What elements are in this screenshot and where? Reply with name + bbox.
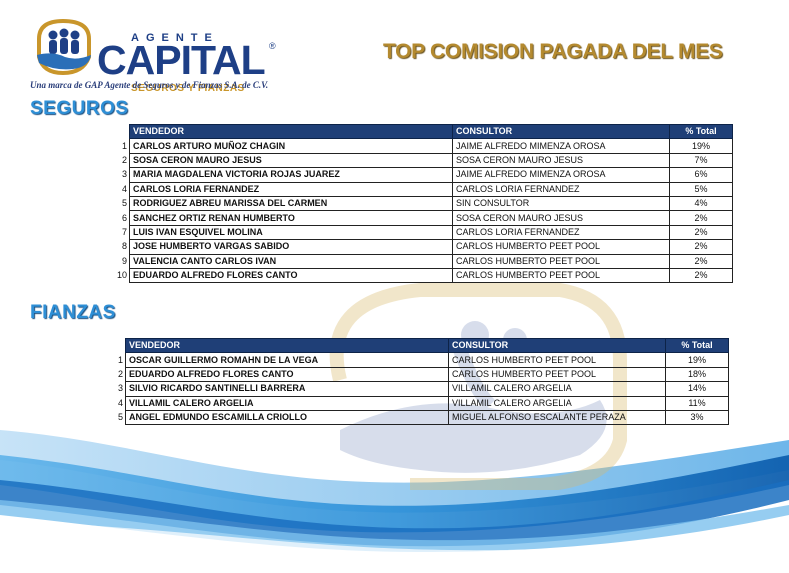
pct-cell: 19% <box>665 352 729 368</box>
rank-cell: 2 <box>117 368 123 379</box>
table-row: 2 SOSA CERON MAURO JESUS SOSA CERON MAURO … <box>114 152 734 169</box>
pct-header: % Total <box>665 337 729 354</box>
rank-cell: 5 <box>117 412 123 423</box>
rank-header <box>114 125 130 139</box>
pct-cell: 11% <box>665 395 729 411</box>
seguros-heading: SEGUROS <box>30 98 129 119</box>
fianzas-rows: 1 OSCAR GUILLERMO ROMAHN DE LA VEGA CARLOS… <box>114 352 729 426</box>
table-row: 5 ANGEL EDMUNDO ESCAMILLA CRIOLLO MIGUEL A… <box>114 409 729 426</box>
consultor-cell: CARLOS HUMBERTO PEET POOL <box>448 366 666 383</box>
table-row: 3 SILVIO RICARDO SANTINELLI BARRERA VILLAM… <box>114 381 729 397</box>
brand-tagline: Una marca de GAP Agente de Seguros y de … <box>30 80 269 90</box>
vendedor-cell: LUIS IVAN ESQUIVEL MOLINA <box>129 224 454 241</box>
consultor-cell: SOSA CERON MAURO JESUS <box>452 152 671 169</box>
consultor-cell: CARLOS LORIA FERNANDEZ <box>452 181 671 197</box>
rank-cell: 7 <box>122 226 128 237</box>
vendedor-cell: EDUARDO ALFREDO FLORES CANTO <box>129 267 454 284</box>
consultor-cell: CARLOS HUMBERTO PEET POOL <box>448 352 666 368</box>
consultor-header: CONSULTOR <box>452 123 671 140</box>
pct-cell: 18% <box>665 366 729 383</box>
pct-cell: 4% <box>669 195 734 212</box>
pct-cell: 14% <box>665 381 729 397</box>
rank-cell: 9 <box>122 255 128 266</box>
vendedor-cell: VILLAMIL CALERO ARGELIA <box>125 395 449 411</box>
family-hand-logo-icon <box>37 18 91 76</box>
pct-header: % Total <box>669 123 734 140</box>
vendedor-cell: MARIA MAGDALENA VICTORIA ROJAS JUAREZ <box>129 167 454 183</box>
brand-capital: CAPITAL <box>97 37 266 83</box>
vendedor-cell: OSCAR GUILLERMO ROMAHN DE LA VEGA <box>125 352 449 368</box>
seguros-table: VENDEDOR CONSULTOR % Total 1 CARLOS ARTUR… <box>114 123 734 284</box>
table-row: 4 VILLAMIL CALERO ARGELIA VILLAMIL CALERO … <box>114 395 729 411</box>
rank-header <box>114 339 126 353</box>
pct-cell: 19% <box>669 138 734 154</box>
vendedor-cell: SANCHEZ ORTIZ RENAN HUMBERTO <box>129 210 454 226</box>
vendedor-header: VENDEDOR <box>125 337 449 354</box>
brand-registered: ® <box>269 41 276 51</box>
rank-cell: 10 <box>117 270 128 281</box>
table-row: 2 EDUARDO ALFREDO FLORES CANTO CARLOS HUMB… <box>114 366 729 383</box>
consultor-cell: JAIME ALFREDO MIMENZA OROSA <box>452 167 671 183</box>
consultor-cell: CARLOS HUMBERTO PEET POOL <box>452 239 671 255</box>
consultor-cell: VILLAMIL CALERO ARGELIA <box>448 395 666 411</box>
consultor-cell: JAIME ALFREDO MIMENZA OROSA <box>452 138 671 154</box>
table-header-row: VENDEDOR CONSULTOR % Total <box>114 337 729 354</box>
table-row: 9 VALENCIA CANTO CARLOS IVAN CARLOS HUMBER… <box>114 253 734 269</box>
table-row: 5 RODRIGUEZ ABREU MARISSA DEL CARMEN SIN C… <box>114 195 734 212</box>
vendedor-cell: CARLOS LORIA FERNANDEZ <box>129 181 454 197</box>
consultor-cell: MIGUEL ALFONSO ESCALANTE PERAZA <box>448 409 666 426</box>
pct-cell: 2% <box>669 253 734 269</box>
pct-cell: 6% <box>669 167 734 183</box>
pct-cell: 2% <box>669 239 734 255</box>
vendedor-cell: VALENCIA CANTO CARLOS IVAN <box>129 253 454 269</box>
rank-cell: 3 <box>117 383 123 394</box>
vendedor-cell: RODRIGUEZ ABREU MARISSA DEL CARMEN <box>129 195 454 212</box>
rank-cell: 4 <box>117 397 123 408</box>
rank-cell: 1 <box>117 354 123 365</box>
seguros-rows: 1 CARLOS ARTURO MUÑOZ CHAGIN JAIME ALFREDO… <box>114 138 734 284</box>
vendedor-header: VENDEDOR <box>129 123 454 140</box>
vendedor-cell: SOSA CERON MAURO JESUS <box>129 152 454 169</box>
vendedor-cell: JOSE HUMBERTO VARGAS SABIDO <box>129 239 454 255</box>
rank-cell: 5 <box>122 198 128 209</box>
table-row: 4 CARLOS LORIA FERNANDEZ CARLOS LORIA FERN… <box>114 181 734 197</box>
pct-cell: 5% <box>669 181 734 197</box>
table-row: 8 JOSE HUMBERTO VARGAS SABIDO CARLOS HUMBE… <box>114 239 734 255</box>
pct-cell: 3% <box>665 409 729 426</box>
fianzas-table: VENDEDOR CONSULTOR % Total 1 OSCAR GUILLE… <box>114 337 729 426</box>
table-row: 3 MARIA MAGDALENA VICTORIA ROJAS JUAREZ JA… <box>114 167 734 183</box>
rank-cell: 1 <box>122 140 128 151</box>
table-row: 6 SANCHEZ ORTIZ RENAN HUMBERTO SOSA CERON … <box>114 210 734 226</box>
rank-cell: 8 <box>122 241 128 252</box>
table-row: 10 EDUARDO ALFREDO FLORES CANTO CARLOS HUM… <box>114 267 734 284</box>
pct-cell: 7% <box>669 152 734 169</box>
fianzas-heading: FIANZAS <box>30 302 116 323</box>
vendedor-cell: EDUARDO ALFREDO FLORES CANTO <box>125 366 449 383</box>
table-row: 7 LUIS IVAN ESQUIVEL MOLINA CARLOS LORIA F… <box>114 224 734 241</box>
pct-cell: 2% <box>669 224 734 241</box>
vendedor-cell: ANGEL EDMUNDO ESCAMILLA CRIOLLO <box>125 409 449 426</box>
consultor-cell: VILLAMIL CALERO ARGELIA <box>448 381 666 397</box>
consultor-cell: CARLOS HUMBERTO PEET POOL <box>452 267 671 284</box>
page-title: TOP COMISION PAGADA DEL MES <box>383 40 723 63</box>
vendedor-cell: SILVIO RICARDO SANTINELLI BARRERA <box>125 381 449 397</box>
pct-cell: 2% <box>669 210 734 226</box>
consultor-cell: SOSA CERON MAURO JESUS <box>452 210 671 226</box>
rank-cell: 6 <box>122 212 128 223</box>
consultor-cell: CARLOS LORIA FERNANDEZ <box>452 224 671 241</box>
vendedor-cell: CARLOS ARTURO MUÑOZ CHAGIN <box>129 138 454 154</box>
rank-cell: 3 <box>122 169 128 180</box>
table-row: 1 CARLOS ARTURO MUÑOZ CHAGIN JAIME ALFREDO… <box>114 138 734 154</box>
consultor-header: CONSULTOR <box>448 337 666 354</box>
consultor-cell: SIN CONSULTOR <box>452 195 671 212</box>
table-row: 1 OSCAR GUILLERMO ROMAHN DE LA VEGA CARLOS… <box>114 352 729 368</box>
slide: AGENTE CAPITAL ® SEGUROS Y FIANZAS Una m… <box>0 0 789 573</box>
consultor-cell: CARLOS HUMBERTO PEET POOL <box>452 253 671 269</box>
rank-cell: 2 <box>122 154 128 165</box>
table-header-row: VENDEDOR CONSULTOR % Total <box>114 123 734 140</box>
rank-cell: 4 <box>122 183 128 194</box>
pct-cell: 2% <box>669 267 734 284</box>
